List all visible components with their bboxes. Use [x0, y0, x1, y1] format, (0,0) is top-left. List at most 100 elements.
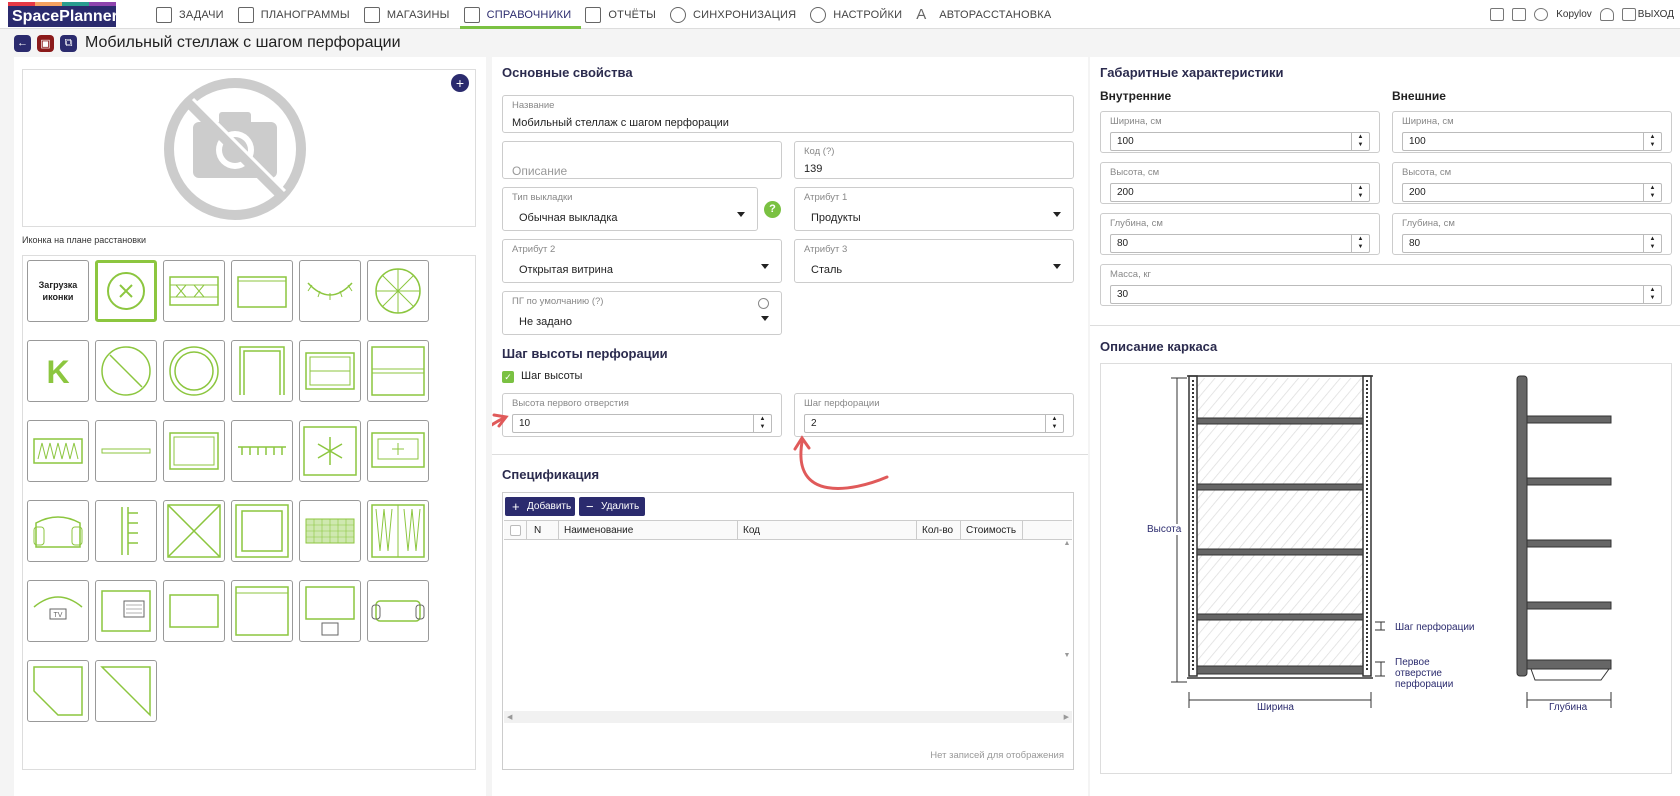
spinner-arrows-icon[interactable]: ▲ ▼ [1643, 286, 1661, 303]
code-field[interactable]: Код (?) 139 [794, 141, 1074, 179]
save-button[interactable]: ▣ [37, 34, 54, 52]
save-as-button[interactable]: ⧉ [60, 34, 77, 52]
add-photo-button[interactable]: + [451, 74, 469, 92]
name-field[interactable]: Название Мобильный стеллаж с шагом перфо… [502, 95, 1074, 133]
vertical-scrollbar[interactable]: ▲ ▼ [1062, 540, 1072, 710]
icon-tile-rack-front[interactable] [163, 260, 225, 322]
icon-caption: Иконка на плане расстановки [22, 235, 146, 245]
app-logo[interactable]: SpacePlanner [8, 2, 116, 27]
zigzag-icon [33, 438, 83, 464]
icon-tile-double-circle[interactable] [163, 340, 225, 402]
delete-button[interactable]: − Удалить [579, 497, 645, 516]
icon-tile-register[interactable] [95, 580, 157, 642]
icon-tile-zigzag-box[interactable] [367, 500, 429, 562]
perforation-step-input[interactable]: 2 ▲ ▼ [804, 414, 1064, 433]
icon-tile-wheel[interactable] [367, 260, 429, 322]
spinner-arrows-icon[interactable]: ▲ ▼ [1351, 133, 1369, 150]
user-name[interactable]: Kopylov [1556, 9, 1592, 20]
icon-tile-line[interactable] [95, 420, 157, 482]
spinner-arrows-icon[interactable]: ▲ ▼ [1643, 184, 1661, 201]
icon-tile-eye[interactable] [299, 260, 361, 322]
icon-tile-side-rack[interactable] [95, 500, 157, 562]
col-code[interactable]: Код [743, 525, 760, 536]
first-hole-label: Высота первого отверстия [512, 398, 629, 409]
icon-tile-comb[interactable] [231, 420, 293, 482]
spinner-arrows-icon[interactable]: ▲ ▼ [1351, 235, 1369, 252]
icon-tile-square-frame[interactable] [231, 500, 293, 562]
nav-item-tasks[interactable]: ЗАДАЧИ [152, 0, 234, 29]
col-n[interactable]: N [534, 525, 541, 536]
select-all-checkbox[interactable] [510, 525, 521, 536]
spinner-arrows-icon[interactable]: ▲ ▼ [1643, 235, 1661, 252]
section-divider [1090, 325, 1680, 326]
col-name[interactable]: Наименование [564, 525, 633, 536]
col-cost[interactable]: Стоимость [966, 525, 1016, 536]
upload-icon-button[interactable]: Загрузка иконки [27, 260, 89, 322]
icon-tile-plain-rect[interactable] [163, 580, 225, 642]
icon-tile-circle-x[interactable] [95, 260, 157, 322]
icon-tile-tv[interactable]: TV [27, 580, 89, 642]
nav-item-reports[interactable]: ОТЧЁТЫ [581, 0, 666, 29]
inner-height-input[interactable]: 200 ▲ ▼ [1110, 183, 1370, 202]
icon-tile-fridge[interactable] [367, 420, 429, 482]
icon-tile-frame[interactable] [163, 420, 225, 482]
inner-width-input[interactable]: 100 ▲ ▼ [1110, 132, 1370, 151]
col-qty[interactable]: Кол-во [922, 525, 953, 536]
icon-tile-shelf-box[interactable] [299, 340, 361, 402]
height-step-checkbox[interactable]: ✓ [502, 371, 514, 383]
icon-tile-triangle[interactable] [95, 660, 157, 722]
inner-depth-input[interactable]: 80 ▲ ▼ [1110, 234, 1370, 253]
icon-tile-crossed-box[interactable] [163, 500, 225, 562]
icon-tile-split-box[interactable] [367, 340, 429, 402]
mass-label: Масса, кг [1110, 269, 1151, 280]
horizontal-scrollbar[interactable]: ◀ ▶ [504, 711, 1072, 723]
default-pg-select[interactable]: ПГ по умолчанию (?) Не задано [502, 291, 782, 335]
spinner-arrows-icon[interactable]: ▲ ▼ [753, 415, 771, 432]
nav-item-autoplace[interactable]: A АВТОРАССТАНОВКА [912, 0, 1061, 29]
outer-width-input[interactable]: 100 ▲ ▼ [1402, 132, 1662, 151]
rectangle-icon [237, 276, 287, 308]
refresh-icon[interactable] [758, 298, 769, 309]
spinner-arrows-icon[interactable]: ▲ ▼ [1351, 184, 1369, 201]
icon-tile-couch[interactable] [367, 580, 429, 642]
no-entry-icon [101, 346, 151, 396]
help-icon[interactable] [1534, 8, 1549, 21]
help-icon[interactable]: ? [764, 201, 781, 218]
back-button[interactable]: ← [14, 34, 31, 52]
icon-tile-sofa[interactable] [27, 500, 89, 562]
icon-tile-rectangle[interactable] [231, 260, 293, 322]
mail-icon[interactable] [1490, 8, 1505, 21]
nav-item-references[interactable]: СПРАВОЧНИКИ [459, 0, 582, 29]
folder-icon [463, 6, 480, 23]
layout-type-select[interactable]: Тип выкладки Обычная выкладка [502, 187, 758, 231]
attr3-select[interactable]: Атрибут 3 Сталь [794, 239, 1074, 283]
first-hole-input[interactable]: 10 ▲ ▼ [512, 414, 772, 433]
spinner-arrows-icon[interactable]: ▲ ▼ [1643, 133, 1661, 150]
mass-input[interactable]: 30 ▲ ▼ [1110, 285, 1662, 304]
outer-depth-input[interactable]: 80 ▲ ▼ [1402, 234, 1662, 253]
nav-item-sync[interactable]: СИНХРОНИЗАЦИЯ [666, 0, 806, 29]
attr1-select[interactable]: Атрибут 1 Продукты [794, 187, 1074, 231]
icon-tile-freezer[interactable] [299, 420, 361, 482]
add-button[interactable]: + Добавить [505, 497, 575, 516]
chevron-down-icon [1053, 212, 1061, 217]
icon-tile-cabinet[interactable] [231, 580, 293, 642]
icon-tile-mesh[interactable] [299, 500, 361, 562]
icon-tile-monitor[interactable] [299, 580, 361, 642]
user-icon[interactable] [1599, 8, 1614, 21]
book-icon[interactable] [1512, 8, 1527, 21]
logout-button[interactable]: ВЫХОД [1621, 8, 1674, 21]
icon-tile-zigzag[interactable] [27, 420, 89, 482]
nav-item-stores[interactable]: МАГАЗИНЫ [360, 0, 460, 29]
description-field[interactable]: Описание [502, 141, 782, 179]
spinner-arrows-icon[interactable]: ▲ ▼ [1045, 415, 1063, 432]
attr2-select[interactable]: Атрибут 2 Открытая витрина [502, 239, 782, 283]
outer-height-input[interactable]: 200 ▲ ▼ [1402, 183, 1662, 202]
icon-tile-gate[interactable] [231, 340, 293, 402]
icon-tile-letter-k[interactable]: K [27, 340, 89, 402]
nav-item-planograms[interactable]: ПЛАНОГРАММЫ [234, 0, 360, 29]
icon-tile-corner-cut[interactable] [27, 660, 89, 722]
icon-tile-no-entry[interactable] [95, 340, 157, 402]
column-divider [1022, 521, 1023, 540]
nav-item-settings[interactable]: НАСТРОЙКИ [806, 0, 912, 29]
